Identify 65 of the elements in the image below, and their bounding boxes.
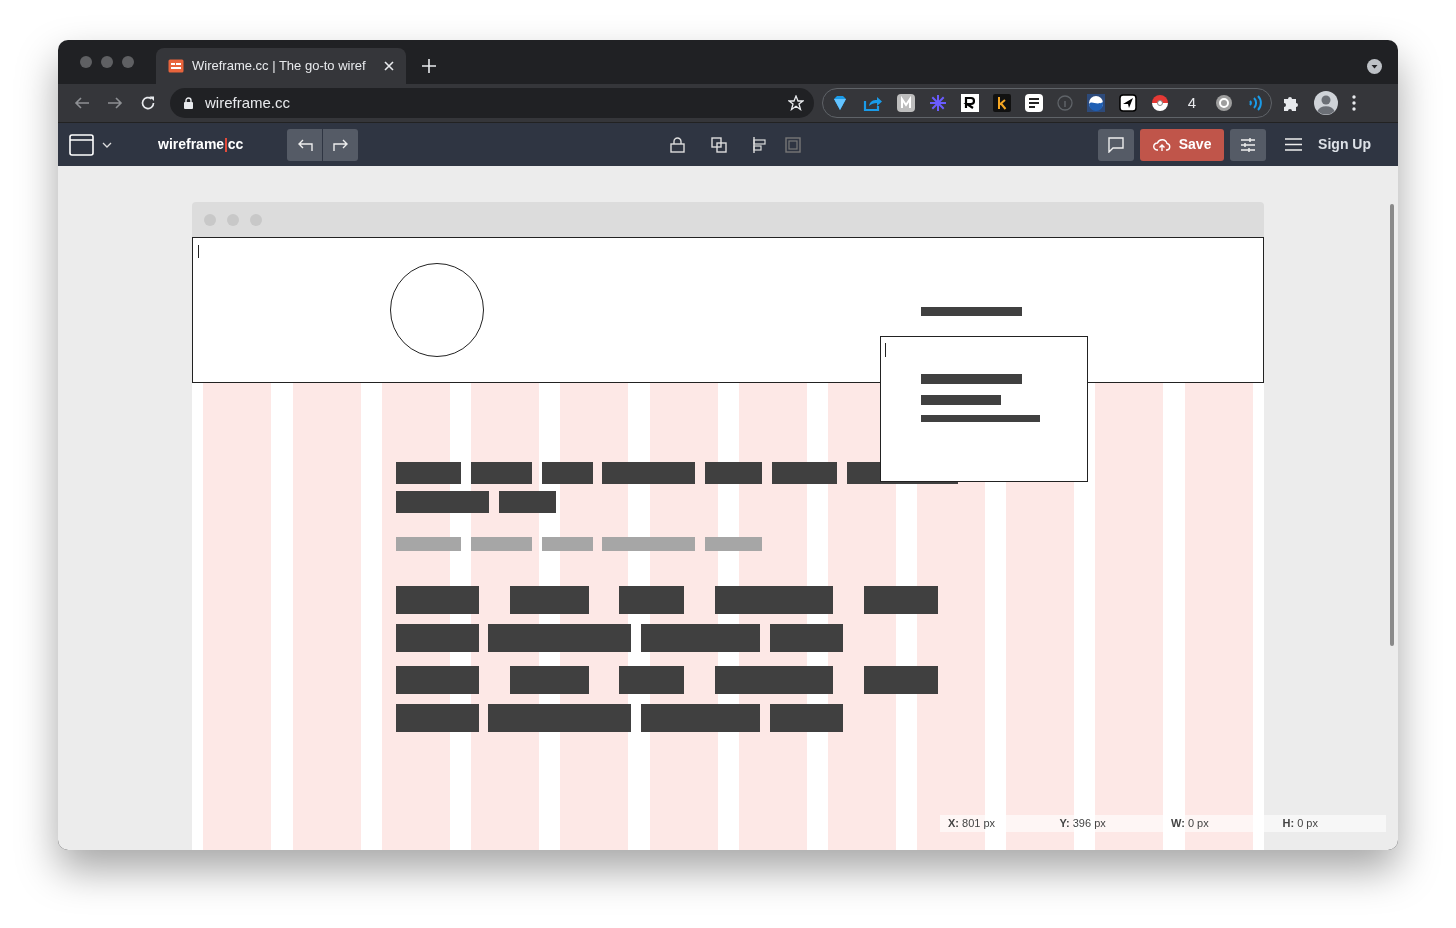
- lock-icon: [184, 97, 193, 109]
- text-block-placeholder: [471, 462, 532, 484]
- new-tab-icon[interactable]: [422, 59, 436, 73]
- redo-arrow-icon: [332, 137, 349, 152]
- text-block-placeholder: [396, 462, 461, 484]
- more-menu-icon[interactable]: [1352, 95, 1356, 111]
- text-cursor: [198, 245, 199, 258]
- undo-arrow-icon: [296, 137, 313, 152]
- subtitle-placeholder: [396, 537, 461, 551]
- avatar-icon[interactable]: [1314, 91, 1338, 115]
- signal-waves-icon[interactable]: [1247, 95, 1263, 111]
- subtitle-placeholder: [542, 537, 593, 551]
- extension-badge[interactable]: 4: [1183, 91, 1201, 115]
- text-cursor: [885, 343, 886, 357]
- overlap-squares-icon[interactable]: [711, 136, 728, 153]
- r-letter-icon[interactable]: [961, 94, 979, 112]
- paper-plane-icon[interactable]: [1119, 94, 1137, 112]
- url-text: wireframe.cc: [205, 92, 291, 113]
- browser-window-icon[interactable]: [69, 133, 94, 156]
- menu-icon[interactable]: [1285, 138, 1303, 151]
- redo-button[interactable]: [323, 128, 359, 161]
- close-icon[interactable]: [384, 61, 394, 71]
- address-bar[interactable]: wireframe.cc: [170, 88, 814, 118]
- tab-search-icon[interactable]: [1367, 59, 1382, 74]
- k-letter-icon[interactable]: [993, 94, 1011, 112]
- height-value: H: 0 px: [1274, 815, 1386, 832]
- cloud-upload-icon: [1152, 137, 1171, 152]
- tab-favicon-icon: [168, 58, 184, 74]
- wave-circle-icon[interactable]: [1087, 94, 1105, 112]
- settings-button[interactable]: [1230, 128, 1267, 161]
- gem-icon[interactable]: [831, 94, 849, 112]
- reload-icon[interactable]: [140, 95, 156, 111]
- x-coordinate: X: 801 px: [940, 815, 1052, 832]
- block-placeholder: [619, 586, 684, 614]
- comment-button[interactable]: [1098, 128, 1135, 161]
- app-logo[interactable]: wireframe cc: [158, 134, 244, 155]
- y-coordinate: Y: 396 px: [1051, 815, 1163, 832]
- star-icon[interactable]: [788, 95, 804, 111]
- ring-icon[interactable]: [1215, 94, 1233, 112]
- chevron-down-icon[interactable]: [102, 141, 112, 148]
- speech-bubble-icon: [1108, 136, 1125, 153]
- text-block-placeholder: [542, 462, 593, 484]
- tab-title: Wireframe.cc | The go-to wiref: [192, 57, 367, 76]
- scrollbar-thumb[interactable]: [1390, 204, 1394, 646]
- text-block-placeholder: [772, 462, 837, 484]
- undo-button[interactable]: [287, 128, 323, 161]
- puzzle-icon[interactable]: [1282, 94, 1300, 112]
- browser-tab[interactable]: Wireframe.cc | The go-to wiref: [156, 48, 406, 84]
- lock-icon[interactable]: [670, 136, 686, 153]
- lines-note-icon[interactable]: [1025, 94, 1043, 112]
- text-block-placeholder: [705, 462, 762, 484]
- m-letter-icon[interactable]: [897, 94, 915, 112]
- forward-icon[interactable]: [107, 95, 123, 111]
- back-icon[interactable]: [74, 95, 90, 111]
- sliders-icon: [1240, 136, 1257, 153]
- text-block-placeholder: [499, 491, 556, 513]
- subtitle-placeholder: [471, 537, 532, 551]
- save-button[interactable]: Save: [1140, 128, 1225, 161]
- pokeball-icon[interactable]: [1151, 94, 1169, 112]
- sign-up-link[interactable]: Sign Up: [1318, 134, 1371, 155]
- align-left-icon[interactable]: [753, 136, 768, 153]
- block-placeholder: [619, 666, 684, 694]
- asterisk-icon[interactable]: [929, 94, 947, 112]
- subtitle-placeholder: [705, 537, 762, 551]
- share-arrow-icon[interactable]: [863, 94, 883, 112]
